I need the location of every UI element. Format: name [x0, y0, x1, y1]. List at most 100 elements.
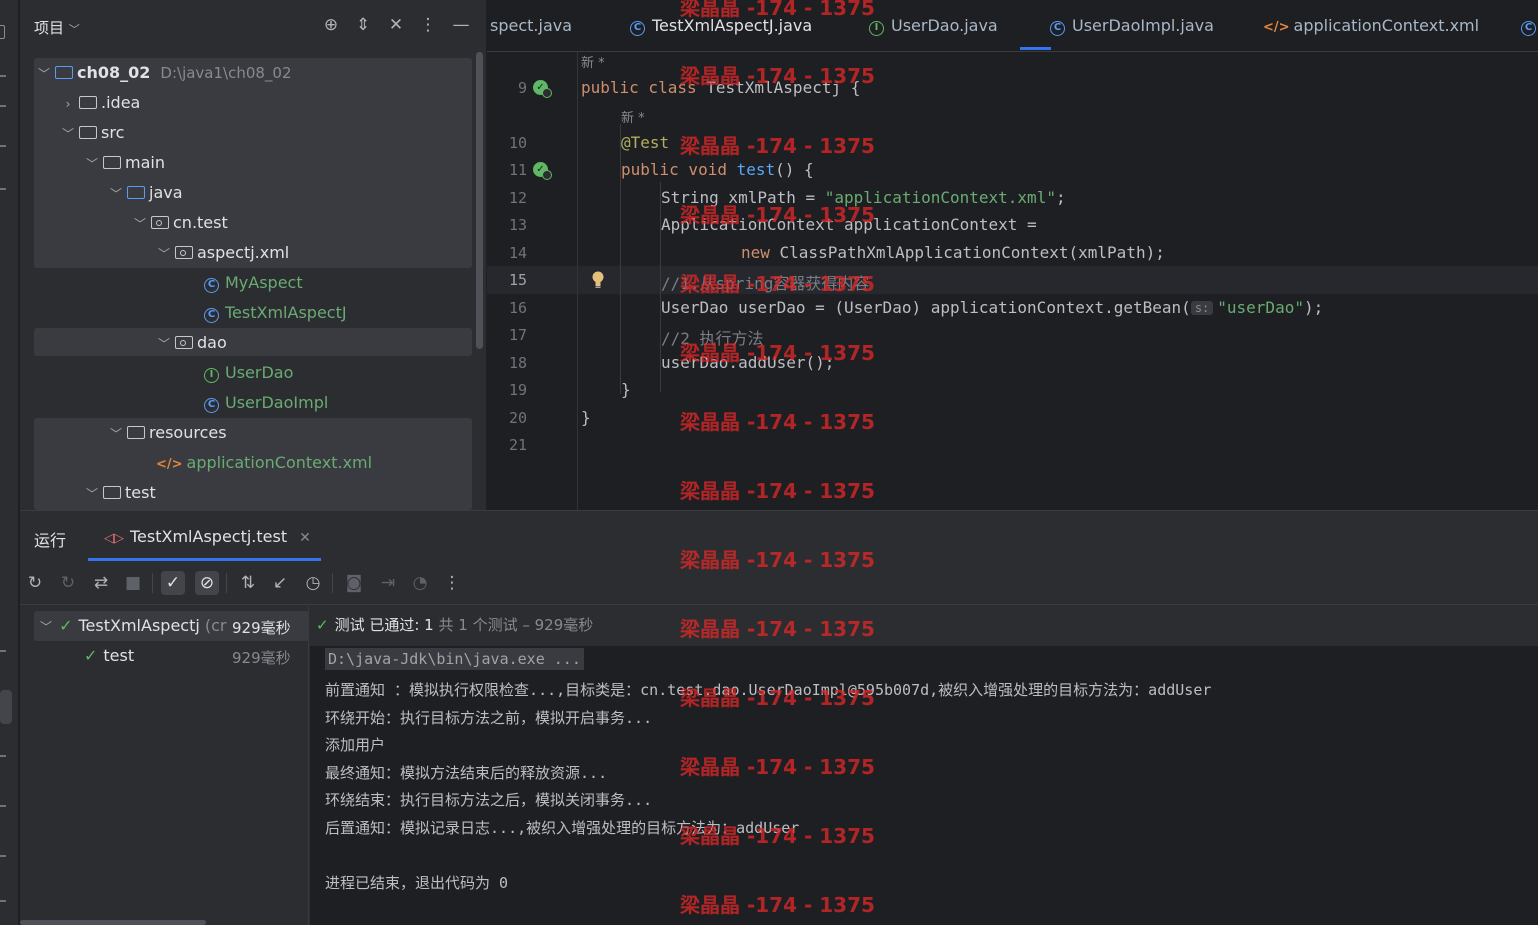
- watermark: 梁晶晶 -174 - 1375: [680, 134, 875, 158]
- strip-icon[interactable]: [0, 805, 6, 807]
- chevron-down-icon: ﹀: [85, 487, 98, 501]
- hide-panel-icon[interactable]: —: [450, 14, 472, 36]
- tree-item-aspectj-xml[interactable]: ﹀ aspectj.xml: [156, 238, 289, 268]
- line-number: 11: [508, 161, 527, 179]
- show-passed-icon[interactable]: ✓: [161, 571, 185, 595]
- expand-all-icon[interactable]: ⇕: [352, 14, 374, 36]
- code-line-16: UserDao userDao = (UserDao) applicationC…: [661, 298, 1324, 317]
- tab-applicationcontext-xml[interactable]: </> applicationContext.xml: [1263, 16, 1479, 35]
- tab-userdaoimpl[interactable]: C UserDaoImpl.java: [1050, 16, 1214, 36]
- tab-myaspect[interactable]: spect.java: [490, 16, 572, 35]
- strip-icon[interactable]: [0, 855, 6, 857]
- console-line: 最终通知：模拟方法结束后的释放资源...: [325, 764, 608, 782]
- console-line: 环绕开始：执行目标方法之前，模拟开启事务...: [325, 709, 653, 727]
- camera-icon[interactable]: ◙: [342, 571, 366, 595]
- rerun-icon[interactable]: ↻: [23, 571, 47, 595]
- line-number: 21: [508, 436, 527, 454]
- tree-item-testxmlaspectj[interactable]: C TestXmlAspectJ: [204, 298, 347, 328]
- lightbulb-icon[interactable]: [591, 271, 607, 289]
- show-ignored-icon[interactable]: ⊘: [195, 571, 219, 595]
- tree-item-resources[interactable]: ﹀ resources: [108, 418, 227, 448]
- tree-item-module[interactable]: ﹀ ch08_02 D:\java1\ch08_02: [36, 58, 292, 88]
- tab-userdao[interactable]: I UserDao.java: [869, 16, 998, 36]
- watermark: 梁晶晶 -174 - 1375: [680, 410, 875, 434]
- test-config-icon: ◁▷: [104, 531, 124, 546]
- run-config-tab[interactable]: ◁▷ TestXmlAspectj.test ✕: [104, 527, 311, 546]
- strip-icon[interactable]: [0, 75, 6, 77]
- tree-item-src[interactable]: ﹀ src: [60, 118, 124, 148]
- chevron-down-icon: ﹀: [157, 247, 170, 261]
- stop-icon[interactable]: ■: [121, 571, 145, 595]
- watermark: 梁晶晶 -174 - 1375: [680, 617, 875, 641]
- export-icon[interactable]: ⇥: [376, 571, 400, 595]
- toolbar-separator: [226, 573, 227, 593]
- strip-icon[interactable]: [0, 650, 6, 652]
- close-icon[interactable]: ✕: [299, 530, 311, 546]
- sort-icon[interactable]: ⇅: [236, 571, 260, 595]
- tree-item-cn-test[interactable]: ﹀ cn.test: [132, 208, 228, 238]
- code-line-14: new ClassPathXmlApplicationContext(xmlPa…: [741, 243, 1165, 262]
- toggle-auto-test-icon[interactable]: ⇄: [89, 571, 113, 595]
- strip-icon[interactable]: [0, 105, 6, 107]
- interface-icon: I: [204, 368, 219, 383]
- code-line-20: }: [581, 408, 591, 427]
- locate-icon[interactable]: ⊕: [320, 14, 342, 36]
- class-icon: C: [204, 278, 219, 293]
- folder-icon: [103, 486, 121, 499]
- source-folder-icon: [127, 186, 145, 199]
- more-options-icon[interactable]: ⋮: [417, 14, 439, 36]
- line-number: 16: [508, 299, 527, 317]
- line-number: 13: [508, 216, 527, 234]
- more-options-icon[interactable]: ⋮: [440, 571, 464, 595]
- author-hint: 新 *: [621, 111, 645, 126]
- project-scrollbar[interactable]: [476, 52, 483, 349]
- result-row-method[interactable]: ✓ test: [84, 641, 134, 671]
- tree-item-applicationcontext-xml[interactable]: </> applicationContext.xml: [156, 448, 372, 478]
- console-output[interactable]: ✓ 测试 已通过: 1 共 1 个测试 – 929毫秒 D:\java-Jdk\b…: [310, 606, 1538, 925]
- line-number: 9: [517, 79, 527, 97]
- strip-icon[interactable]: [0, 900, 6, 902]
- test-results-tree: ﹀ ✓ TestXmlAspectj (cr 929毫秒 ✓ test 929毫秒: [20, 606, 309, 925]
- run-tool-icon[interactable]: [0, 690, 12, 724]
- tree-item-main[interactable]: ﹀ main: [84, 148, 165, 178]
- result-row-class[interactable]: ﹀ ✓ TestXmlAspectj (cr: [38, 611, 227, 641]
- tree-item-idea[interactable]: › .idea: [60, 88, 141, 118]
- run-test-method-icon[interactable]: ✓: [533, 162, 552, 180]
- chevron-down-icon: ﹀: [39, 620, 52, 634]
- horizontal-scrollbar[interactable]: [20, 920, 206, 925]
- strip-icon[interactable]: [0, 145, 6, 147]
- history-icon[interactable]: ◷: [301, 571, 325, 595]
- chevron-down-icon: ﹀: [109, 427, 122, 441]
- collapse-all-icon[interactable]: ✕: [385, 14, 407, 36]
- xml-file-icon: </>: [1263, 20, 1290, 35]
- watermark: 梁晶晶 -174 - 1375: [680, 548, 875, 572]
- class-icon: C: [1521, 21, 1536, 36]
- editor-tabs: spect.java C TestXmlAspectJ.java I UserDao…: [487, 0, 1538, 52]
- rerun-failed-icon[interactable]: ↻: [56, 571, 80, 595]
- strip-icon[interactable]: [0, 755, 6, 757]
- active-tab-indicator: [1020, 47, 1051, 50]
- project-tool-icon[interactable]: [0, 25, 5, 39]
- run-test-class-icon[interactable]: ✓: [533, 80, 552, 98]
- tree-item-myaspect[interactable]: C MyAspect: [204, 268, 303, 298]
- tree-item-java[interactable]: ﹀ java: [108, 178, 183, 208]
- package-icon: [151, 216, 169, 229]
- toolbar-separator: [332, 573, 333, 593]
- tree-item-userdao[interactable]: I UserDao: [204, 358, 293, 388]
- tree-item-userdaoimpl[interactable]: C UserDaoImpl: [204, 388, 328, 418]
- passed-icon: ✓: [84, 646, 98, 665]
- tree-item-test[interactable]: ﹀ test: [84, 478, 156, 508]
- coverage-icon[interactable]: ◔: [408, 571, 432, 595]
- strip-icon[interactable]: [0, 188, 6, 190]
- xml-file-icon: </>: [156, 457, 183, 472]
- passed-icon: ✓: [316, 616, 329, 634]
- watermark: 梁晶晶 -174 - 1375: [680, 686, 875, 710]
- tree-selection: [34, 328, 472, 356]
- import-tests-icon[interactable]: ↙: [268, 571, 292, 595]
- tree-item-dao[interactable]: ﹀ dao: [156, 328, 227, 358]
- tab-overflow[interactable]: C: [1521, 16, 1538, 36]
- line-number: 10: [508, 134, 527, 152]
- chevron-down-icon: ﹀: [109, 187, 122, 201]
- console-line: D:\java-Jdk\bin\java.exe ...: [325, 648, 584, 670]
- project-title[interactable]: 项目 ﹀: [34, 17, 80, 38]
